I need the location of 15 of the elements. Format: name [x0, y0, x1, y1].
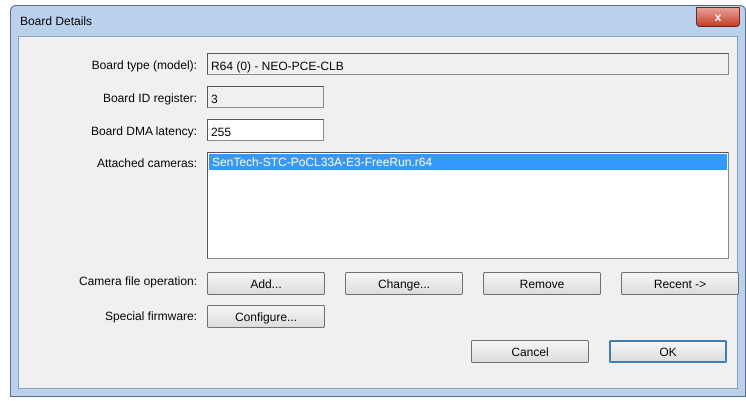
field-label: Board DMA latency: — [90, 123, 197, 140]
window-title: Board Details — [19, 13, 92, 30]
dialog-button[interactable]: Remove — [483, 272, 601, 295]
dialog-button[interactable]: Cancel — [471, 340, 589, 363]
dialog-button[interactable]: Configure... — [207, 305, 325, 328]
ok-button[interactable]: OK — [609, 340, 727, 363]
text-field[interactable]: 255 — [207, 119, 324, 141]
dialog-button[interactable]: Change... — [345, 272, 463, 295]
field-label: Attached cameras: — [96, 155, 197, 172]
field-label: Special firmware: — [104, 308, 197, 325]
dialog-button[interactable]: Add... — [207, 272, 325, 295]
field-label: Camera file operation: — [78, 273, 197, 290]
field-label: Board type (model): — [90, 57, 197, 74]
field-label: Board ID register: — [102, 90, 197, 107]
dialog-button[interactable]: Recent -> — [621, 272, 739, 295]
